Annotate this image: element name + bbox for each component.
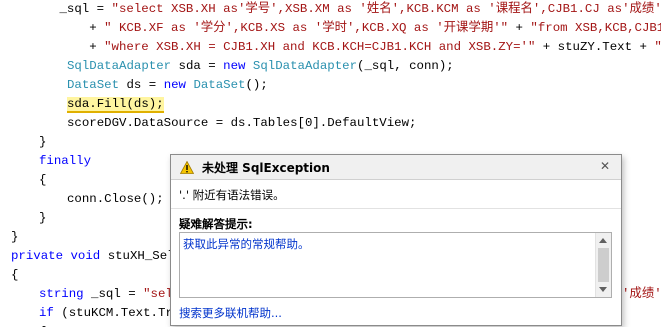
keyword: string xyxy=(39,287,84,301)
exception-message: '.' 附近有语法错误。 xyxy=(179,188,285,202)
string-literal: "where XSB.XH = CJB1.XH and KCB.KCH=CJB1… xyxy=(104,40,536,54)
keyword: finally xyxy=(39,154,92,168)
tips-scrollbar[interactable] xyxy=(595,233,611,297)
code-line: SqlDataAdapter sda = new SqlDataAdapter(… xyxy=(67,59,454,73)
code-line: conn.Close(); xyxy=(67,192,164,206)
code-line-tail: '成绩' xyxy=(622,285,661,304)
keyword: void xyxy=(70,249,101,263)
string-literal: "select XSB.XH as'学号',XSB.XM as '姓名',KCB… xyxy=(111,2,661,16)
string-literal: "'"; xyxy=(654,40,661,54)
code-line: { xyxy=(11,268,19,282)
code-line: } xyxy=(11,230,19,244)
code-line: } xyxy=(39,135,47,149)
code-line: scoreDGV.DataSource = ds.Tables[0].Defau… xyxy=(67,116,417,130)
code-line: finally xyxy=(39,152,91,171)
keyword: private xyxy=(11,249,64,263)
type-name: SqlDataAdapter xyxy=(67,59,172,73)
keyword: new xyxy=(223,59,246,73)
string-literal: "from XSB,KCB,CJB1" xyxy=(530,21,661,35)
type-name: SqlDataAdapter xyxy=(252,59,358,73)
divider xyxy=(171,208,621,209)
type-name: DataSet xyxy=(67,78,120,92)
troubleshooting-tips-list[interactable]: 获取此异常的常规帮助。 xyxy=(179,232,612,298)
warning-icon xyxy=(180,161,194,174)
troubleshooting-tips-header: 疑难解答提示: xyxy=(179,217,253,231)
code-line: if (stuKCM.Text.Tri xyxy=(39,306,181,320)
string-literal: '成绩' xyxy=(622,287,661,301)
code-line-current-statement: sda.Fill(ds); xyxy=(67,95,164,114)
code-line: { xyxy=(39,323,46,327)
scrollbar-thumb[interactable] xyxy=(598,248,609,282)
dialog-title: 未处理 SqlException xyxy=(202,161,330,175)
dialog-title-bar[interactable]: 未处理 SqlException ✕ xyxy=(171,155,621,180)
current-statement-highlight[interactable]: sda.Fill(ds); xyxy=(67,97,164,113)
code-line: + " KCB.XF as '学分',KCB.XS as '学时',KCB.XQ… xyxy=(0,19,661,38)
scroll-up-arrow-icon[interactable] xyxy=(599,238,607,243)
general-help-link[interactable]: 获取此异常的常规帮助。 xyxy=(183,236,310,252)
code-line: string _sql = "sele xyxy=(39,287,181,301)
code-line: DataSet ds = new DataSet(); xyxy=(67,78,268,92)
code-line: private void stuXH_Sele xyxy=(11,249,183,263)
search-more-help-link[interactable]: 搜索更多联机帮助... xyxy=(179,305,282,321)
exception-assistant-dialog: 未处理 SqlException ✕ '.' 附近有语法错误。 疑难解答提示: … xyxy=(170,154,622,326)
code-line: { xyxy=(39,173,47,187)
string-literal: " KCB.XF as '学分',KCB.XS as '学时',KCB.XQ a… xyxy=(104,21,509,35)
scroll-down-arrow-icon[interactable] xyxy=(599,287,607,292)
type-name: DataSet xyxy=(193,78,246,92)
close-icon[interactable]: ✕ xyxy=(600,160,613,173)
code-line: } xyxy=(39,211,47,225)
keyword: if xyxy=(39,306,54,320)
code-line: _sql = "select XSB.XH as'学号',XSB.XM as '… xyxy=(0,0,661,19)
keyword: new xyxy=(163,78,186,92)
code-line: + "where XSB.XH = CJB1.XH and KCB.KCH=CJ… xyxy=(0,38,661,57)
